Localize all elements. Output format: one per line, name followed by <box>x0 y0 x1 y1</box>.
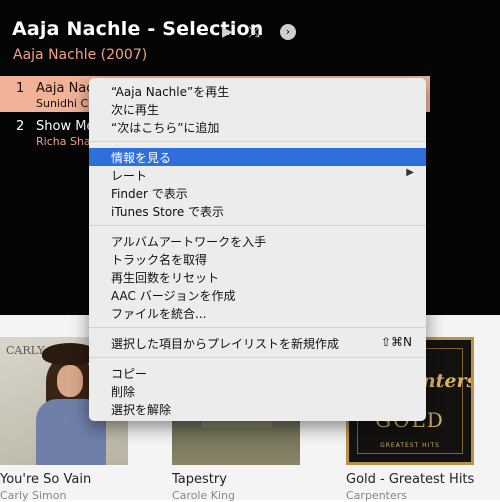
menu-separator <box>89 141 426 142</box>
menu-separator <box>89 327 426 328</box>
play-icon[interactable]: ▶ <box>222 22 233 42</box>
menu-item-play[interactable]: “Aaja Nachle”を再生 <box>89 82 426 100</box>
menu-item-play-next[interactable]: 次に再生 <box>89 100 426 118</box>
menu-item-new-playlist-from-selection[interactable]: 選択した項目からプレイリストを新規作成 ⇧⌘N <box>89 334 426 352</box>
album-artist-caption[interactable]: Carly Simon <box>0 489 66 502</box>
album-subtitle: Aaja Nachle (2007) <box>13 47 148 63</box>
menu-item-get-info[interactable]: 情報を見る <box>89 148 426 166</box>
menu-item-show-in-finder[interactable]: Finder で表示 <box>89 184 426 202</box>
menu-separator <box>89 225 426 226</box>
track-number: 1 <box>16 81 25 96</box>
menu-item-create-aac-version[interactable]: AAC バージョンを作成 <box>89 286 426 304</box>
menu-item-show-in-itunes-store[interactable]: iTunes Store で表示 <box>89 202 426 220</box>
submenu-arrow-icon: ▶ <box>406 167 414 178</box>
menu-item-reset-plays[interactable]: 再生回数をリセット <box>89 268 426 286</box>
more-icon[interactable]: › <box>280 24 296 40</box>
menu-item-add-to-up-next[interactable]: “次はこちら”に追加 <box>89 118 426 136</box>
track-number: 2 <box>16 119 25 134</box>
album-title-caption[interactable]: You're So Vain <box>0 472 91 487</box>
menu-item-delete[interactable]: 削除 <box>89 382 426 400</box>
album-artist-caption[interactable]: Carole King <box>172 489 235 502</box>
cover-subtitle: GREATEST HITS <box>380 442 440 449</box>
menu-item-rating[interactable]: レート ▶ <box>89 166 426 184</box>
menu-item-copy[interactable]: コピー <box>89 364 426 382</box>
menu-item-consolidate-files[interactable]: ファイルを統合... <box>89 304 426 322</box>
album-artist-caption[interactable]: Carpenters <box>346 489 407 502</box>
album-title-caption[interactable]: Gold - Greatest Hits <box>346 472 474 487</box>
album-title-caption[interactable]: Tapestry <box>172 472 227 487</box>
menu-shortcut: ⇧⌘N <box>380 335 412 349</box>
menu-item-get-track-names[interactable]: トラック名を取得 <box>89 250 426 268</box>
context-menu: “Aaja Nachle”を再生 次に再生 “次はこちら”に追加 情報を見る レ… <box>89 78 426 421</box>
menu-separator <box>89 357 426 358</box>
menu-item-deselect[interactable]: 選択を解除 <box>89 400 426 418</box>
menu-item-get-album-artwork[interactable]: アルバムアートワークを入手 <box>89 232 426 250</box>
shuffle-icon[interactable]: ⤨ <box>248 22 260 42</box>
